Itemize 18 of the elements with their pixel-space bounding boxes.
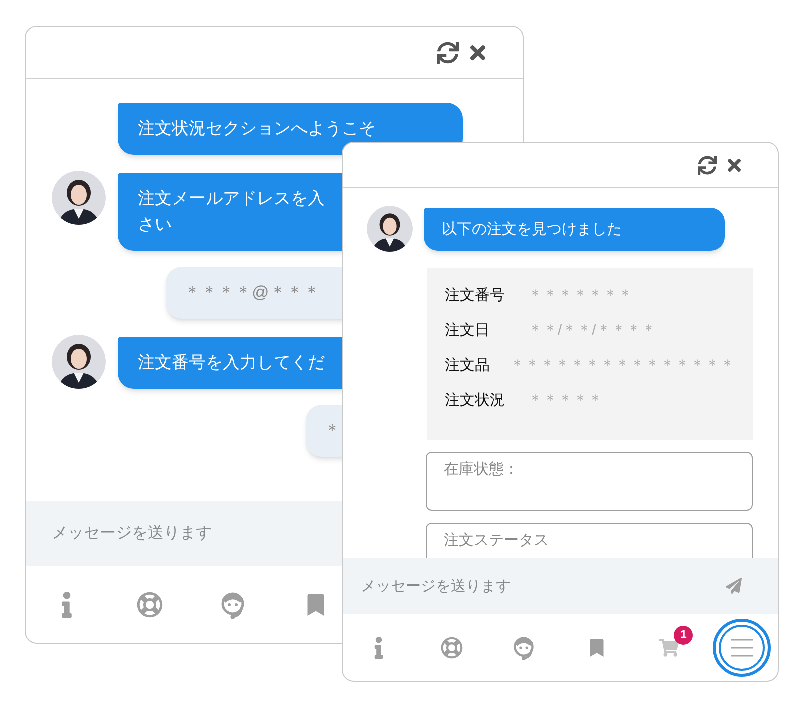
bot-message: 以下の注文を見つけました [424,208,725,251]
menu-button[interactable] [712,618,771,676]
field-value: ＊＊/＊＊/＊＊＊＊ [528,321,656,341]
lifebuoy-icon [137,592,164,618]
bookmark-icon [588,638,606,656]
send-button[interactable] [726,578,742,594]
cart-icon [659,638,680,658]
count-badge: 1 [674,626,694,644]
refresh-button[interactable] [698,156,717,174]
bot-message: 注文状況セクションへようこそ [118,103,463,155]
field-value: ＊＊＊＊＊＊＊＊＊＊＊＊＊＊＊ [510,356,735,376]
field-value: ＊＊＊＊＊＊＊ [528,286,633,306]
field-value: ＊＊＊＊＊ [528,391,603,411]
lifebuoy-icon [440,636,463,658]
refresh-button[interactable] [437,42,459,64]
field-label: 注文状況 [445,391,506,411]
text-field[interactable]: 在庫状態： [426,452,753,511]
menu-icon [730,638,754,658]
